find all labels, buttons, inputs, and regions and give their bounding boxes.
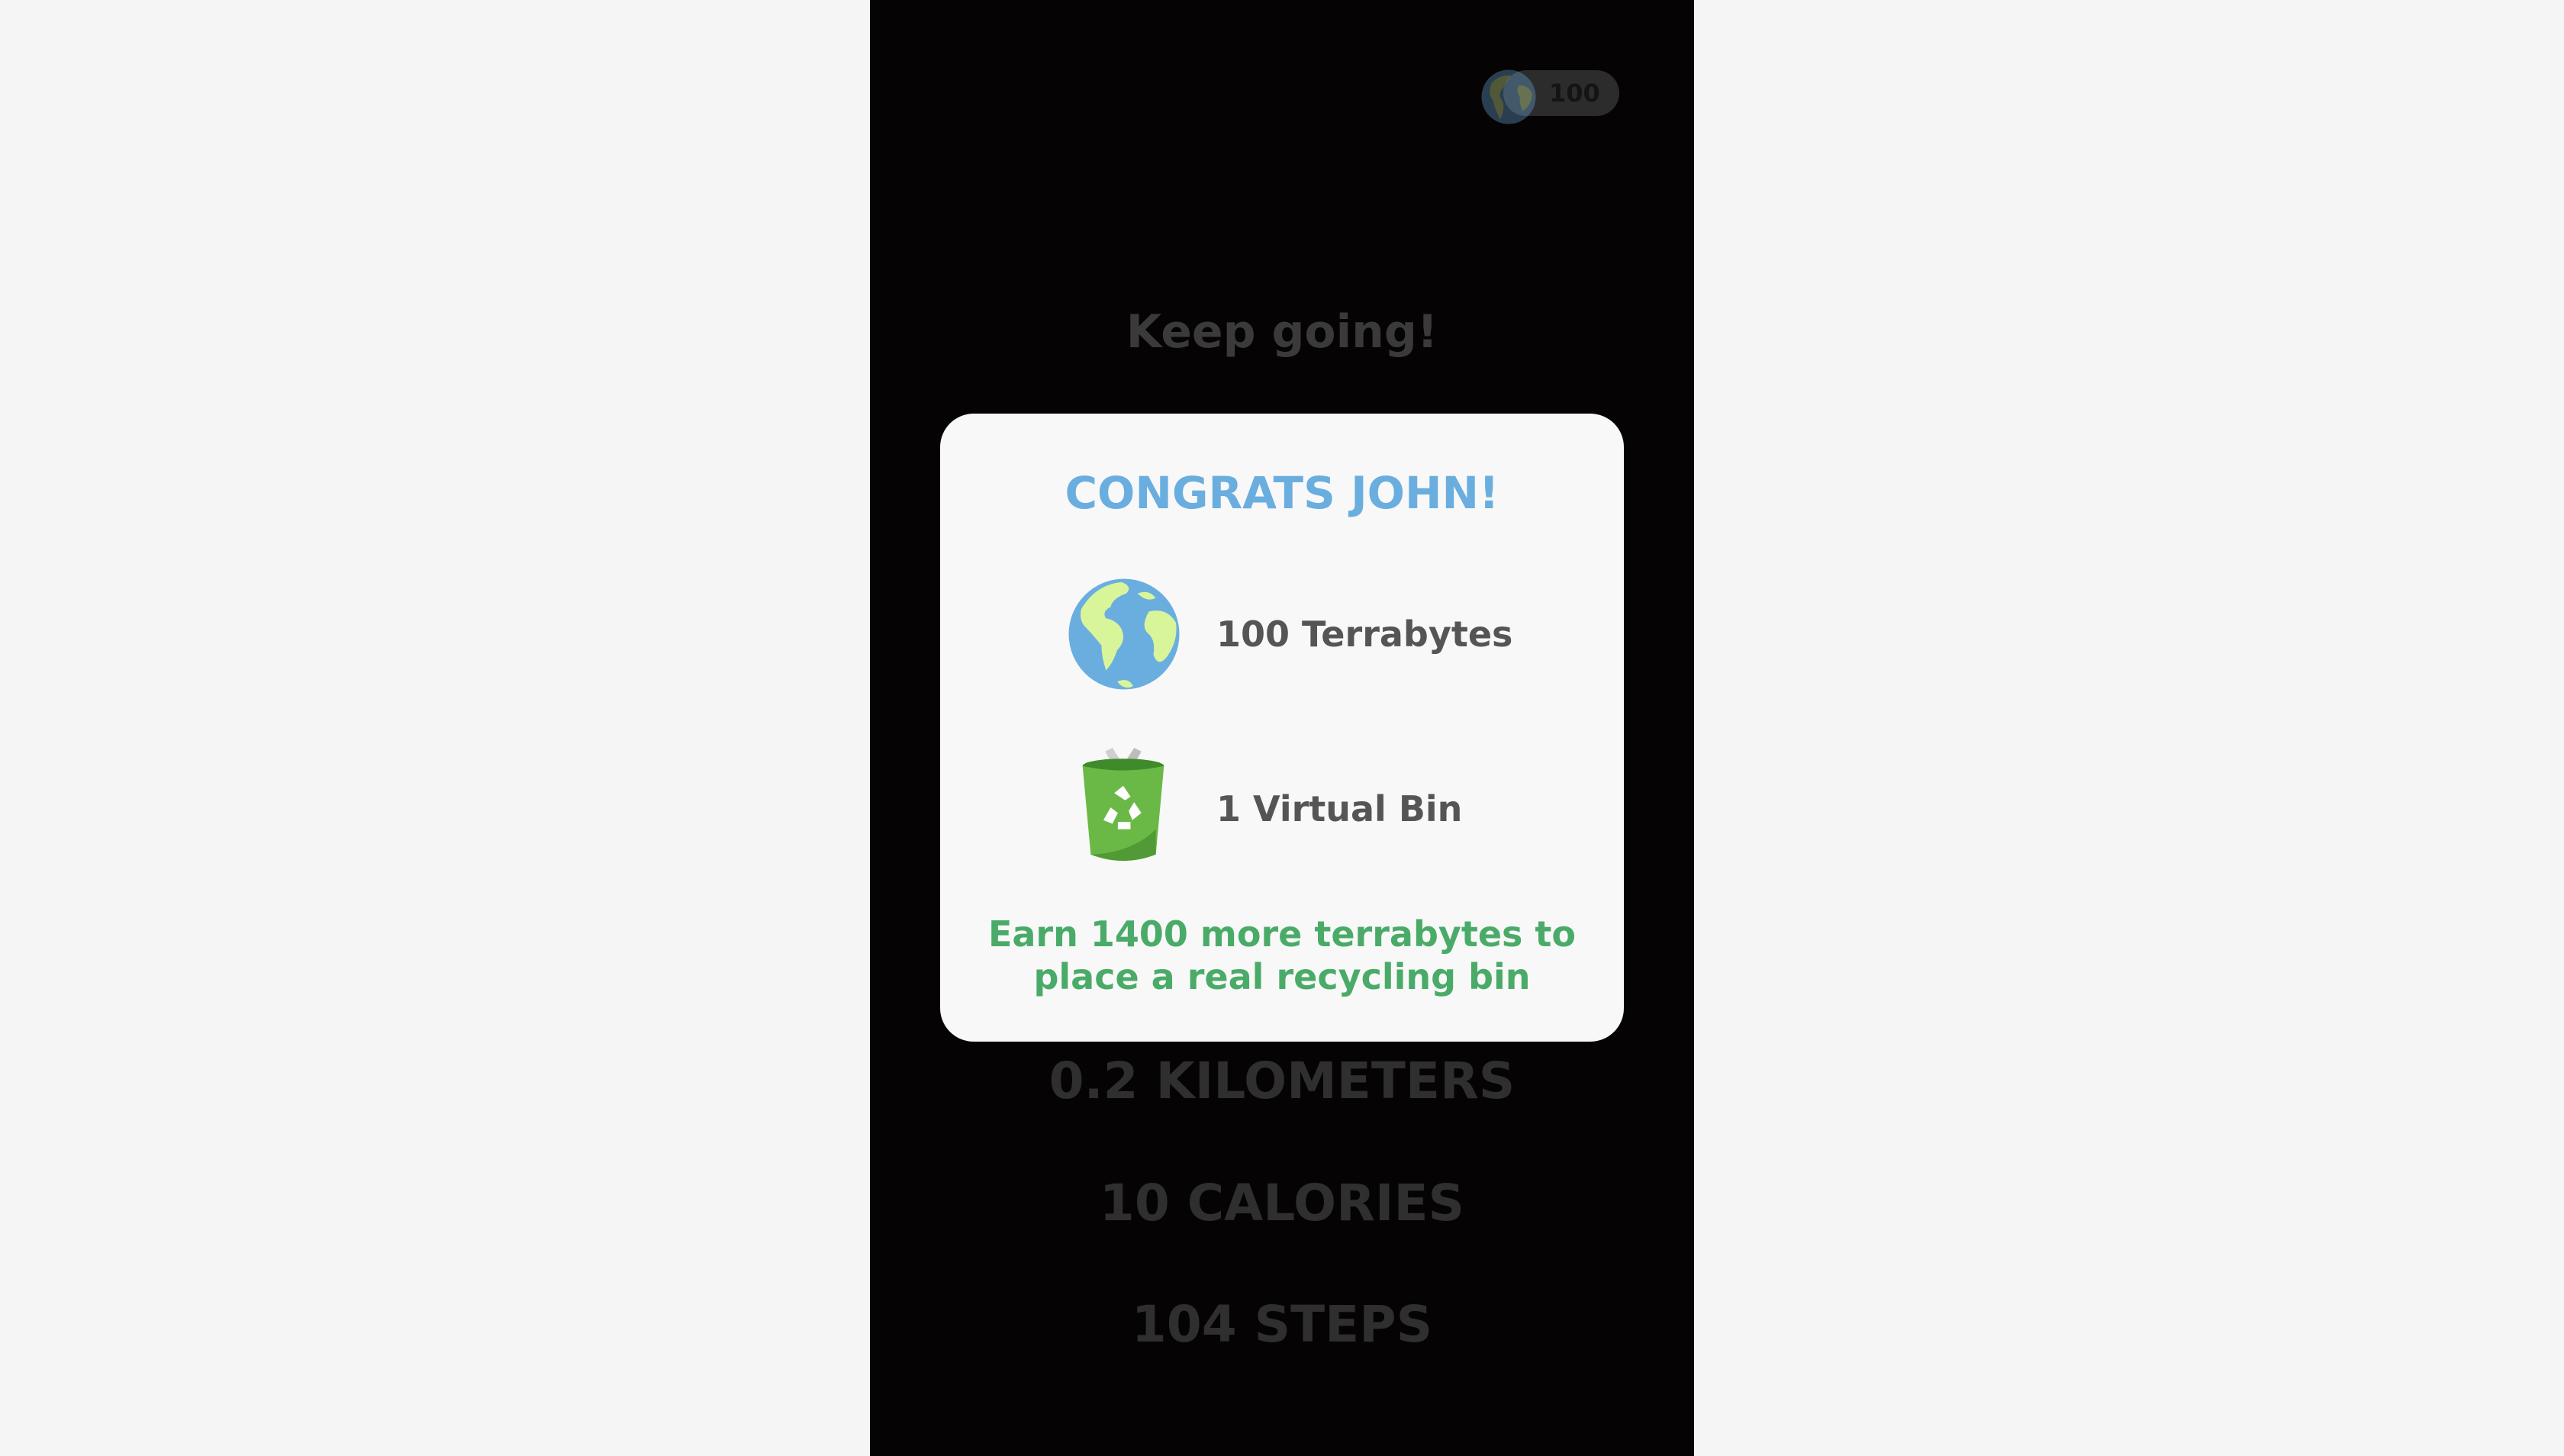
earn-line-1: Earn 1400 more terrabytes to xyxy=(987,913,1577,955)
earn-more-message: Earn 1400 more terrabytes to place a rea… xyxy=(940,913,1624,998)
terrabytes-reward: 100 Terrabytes xyxy=(1216,614,1513,655)
earth-icon xyxy=(1068,578,1180,690)
modal-title: CONGRATS JOHN! xyxy=(1065,467,1499,519)
distance-stat: 0.2 KILOMETERS xyxy=(1048,1052,1516,1110)
earn-line-2: place a real recycling bin xyxy=(1033,956,1531,997)
keep-going-message: Keep going! xyxy=(1126,305,1438,359)
calories-stat: 10 CALORIES xyxy=(1099,1174,1465,1232)
earth-icon xyxy=(1481,69,1536,124)
points-value: 100 xyxy=(1549,79,1600,108)
steps-stat: 104 STEPS xyxy=(1131,1295,1433,1354)
recycle-bin-icon xyxy=(1082,748,1164,862)
virtual-bin-reward: 1 Virtual Bin xyxy=(1216,788,1463,829)
points-badge[interactable]: 100 xyxy=(1480,69,1619,124)
